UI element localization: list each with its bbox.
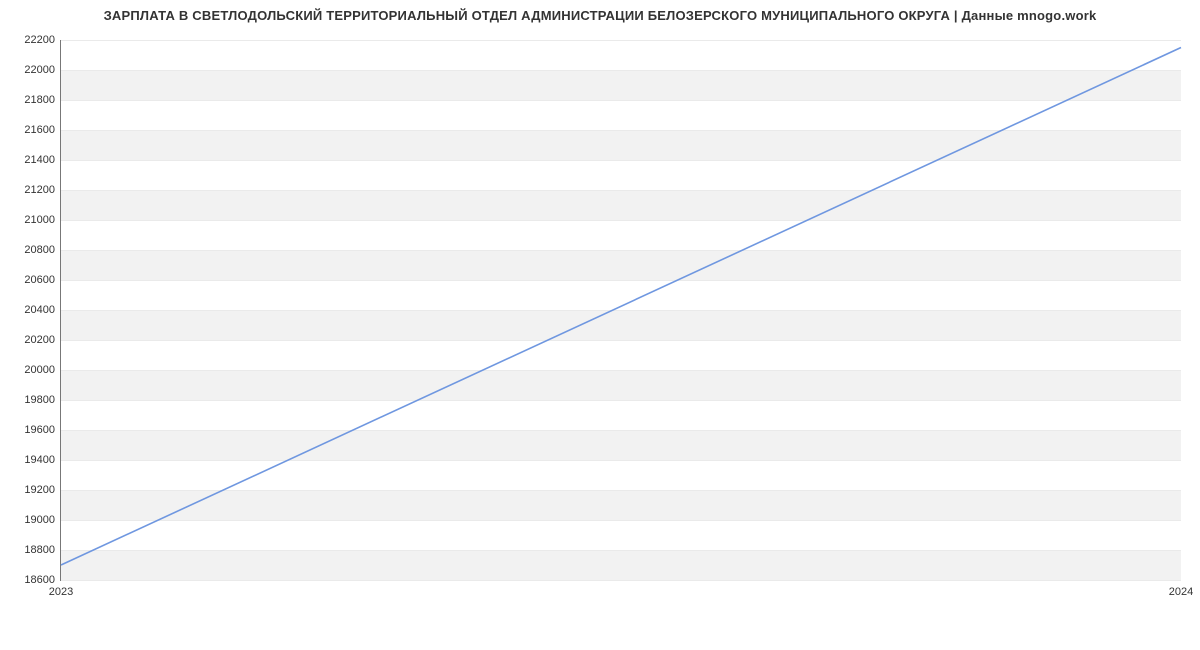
y-tick-label: 21400 xyxy=(24,154,55,166)
y-tick-label: 20000 xyxy=(24,364,55,376)
series-line xyxy=(61,48,1181,566)
y-tick-label: 20400 xyxy=(24,304,55,316)
y-tick-label: 18600 xyxy=(24,574,55,586)
y-tick-label: 21600 xyxy=(24,124,55,136)
x-tick-label: 2024 xyxy=(1169,586,1193,598)
y-tick-label: 19200 xyxy=(24,484,55,496)
y-tick-label: 19800 xyxy=(24,394,55,406)
gridline xyxy=(61,580,1181,581)
y-tick-label: 19400 xyxy=(24,454,55,466)
line-series xyxy=(61,40,1181,580)
chart-container: ЗАРПЛАТА В СВЕТЛОДОЛЬСКИЙ ТЕРРИТОРИАЛЬНЫ… xyxy=(0,0,1200,620)
y-tick-label: 22200 xyxy=(24,34,55,46)
y-tick-label: 21200 xyxy=(24,184,55,196)
y-tick-label: 20800 xyxy=(24,244,55,256)
y-tick-label: 20600 xyxy=(24,274,55,286)
y-tick-label: 19000 xyxy=(24,514,55,526)
y-tick-label: 21000 xyxy=(24,214,55,226)
y-tick-label: 22000 xyxy=(24,64,55,76)
y-tick-label: 18800 xyxy=(24,544,55,556)
y-tick-label: 20200 xyxy=(24,334,55,346)
y-tick-label: 21800 xyxy=(24,94,55,106)
x-tick-label: 2023 xyxy=(49,586,73,598)
chart-title: ЗАРПЛАТА В СВЕТЛОДОЛЬСКИЙ ТЕРРИТОРИАЛЬНЫ… xyxy=(0,8,1200,23)
plot-area: 1860018800190001920019400196001980020000… xyxy=(60,40,1181,581)
y-tick-label: 19600 xyxy=(24,424,55,436)
